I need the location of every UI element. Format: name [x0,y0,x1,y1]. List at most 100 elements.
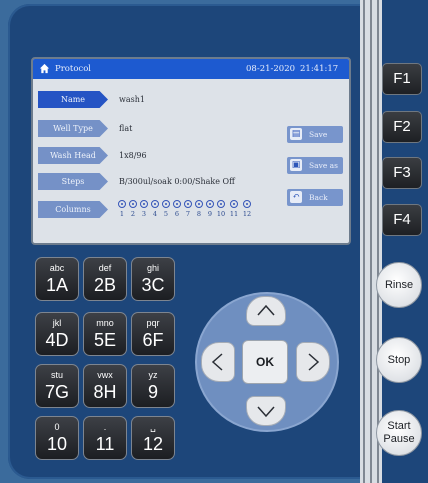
key-number: 8H [93,382,117,402]
f1-key[interactable]: F1 [382,63,422,95]
column-dot-icon [118,200,126,208]
f3-key[interactable]: F3 [382,157,422,189]
screen-header: Protocol 08-21-2020 21:41:17 [33,59,349,79]
field-label-steps[interactable]: Steps [38,173,108,190]
key-12[interactable]: ␣ 12 [131,416,175,460]
key-letters: mno [96,318,114,328]
back-button[interactable]: ↶ Back [287,189,343,206]
key-number: 3C [141,275,165,295]
document-icon: ▤ [290,128,302,140]
f4-key[interactable]: F4 [382,204,422,236]
column-checkbox[interactable]: 10 [216,199,226,218]
column-number: 2 [130,210,136,218]
field-value-steps: B/300ul/soak 0:00/Shake Off [119,177,235,186]
key-number: 11 [95,434,115,454]
field-label-wash-head[interactable]: Wash Head [38,147,108,164]
key-letters: vwx [97,370,113,380]
save-button-label: Save [309,130,328,139]
right-button[interactable] [296,342,330,382]
left-button[interactable] [201,342,235,382]
key-2b[interactable]: def 2B [83,257,127,301]
screen-date: 08-21-2020 [246,64,296,74]
save-as-button[interactable]: ▣ Save as [287,157,343,174]
divider-rail [360,0,382,483]
column-number: 4 [152,210,158,218]
column-number: 3 [141,210,147,218]
column-checkbox[interactable]: 9 [205,199,215,218]
key-7g[interactable]: stu 7G [35,364,79,408]
back-arrow-icon: ↶ [290,191,302,203]
column-number: 8 [196,210,202,218]
column-checkbox[interactable]: 11 [229,199,239,218]
key-9[interactable]: yz 9 [131,364,175,408]
up-button[interactable] [246,296,286,326]
screen-title: Protocol [55,64,92,74]
save-as-button-label: Save as [309,161,338,170]
key-number: 9 [147,382,158,402]
start-pause-button[interactable]: Start Pause [376,410,422,456]
column-checkbox[interactable]: 12 [242,199,252,218]
key-letters: pqr [146,318,160,328]
ok-button[interactable]: OK [242,340,288,384]
stop-button[interactable]: Stop [376,337,422,383]
column-dot-icon [140,200,148,208]
column-checkbox[interactable]: 8 [194,199,204,218]
screen-time: 21:41:17 [300,64,339,74]
key-letters: jkl [52,318,62,328]
column-number: 10 [216,210,226,218]
save-button[interactable]: ▤ Save [287,126,343,143]
f2-key[interactable]: F2 [382,111,422,143]
key-10[interactable]: 0 10 [35,416,79,460]
key-8h[interactable]: vwx 8H [83,364,127,408]
key-11[interactable]: . 11 [83,416,127,460]
pause-label: Pause [383,433,415,445]
key-4d[interactable]: jkl 4D [35,312,79,356]
column-checkbox[interactable]: 3 [139,199,149,218]
field-label-well-type[interactable]: Well Type [38,120,108,137]
chevron-up-icon [257,304,275,316]
column-dot-icon [184,200,192,208]
key-number: 4D [45,330,69,350]
key-letters: abc [49,263,65,273]
key-letters: 0 [54,422,60,432]
home-icon[interactable] [39,63,50,74]
column-dot-icon [162,200,170,208]
key-6f[interactable]: pqr 6F [131,312,175,356]
key-number: 5E [93,330,117,350]
column-checkbox[interactable]: 4 [150,199,160,218]
field-value-name: wash1 [119,95,145,104]
rinse-button-label: Rinse [384,278,414,291]
chevron-left-icon [211,353,223,371]
column-checkbox[interactable]: 2 [128,199,138,218]
key-5e[interactable]: mno 5E [83,312,127,356]
field-label-name[interactable]: Name [38,91,108,108]
columns-selector: 1 2 3 4 5 6 7 8 9 10 11 12 [117,199,277,223]
key-number: 10 [46,434,68,454]
floppy-icon: ▣ [290,159,302,171]
key-letters: . [103,422,107,432]
column-number: 12 [242,210,252,218]
key-number: 1A [45,275,69,295]
key-number: 12 [142,434,164,454]
key-number: 2B [93,275,117,295]
key-letters: def [98,263,112,273]
column-checkbox[interactable]: 6 [172,199,182,218]
key-3c[interactable]: ghi 3C [131,257,175,301]
key-letters: ghi [146,263,159,273]
column-dot-icon [195,200,203,208]
column-dot-icon [243,200,251,208]
field-label-columns[interactable]: Columns [38,201,108,218]
column-dot-icon [173,200,181,208]
column-number: 7 [185,210,191,218]
column-checkbox[interactable]: 7 [183,199,193,218]
key-1a[interactable]: abc 1A [35,257,79,301]
field-value-wash-head: 1x8/96 [119,151,147,160]
stop-button-label: Stop [387,353,411,366]
column-number: 5 [163,210,169,218]
field-value-well-type: flat [119,124,133,133]
column-dot-icon [129,200,137,208]
key-number: 7G [44,382,69,402]
rinse-button[interactable]: Rinse [376,262,422,308]
column-checkbox[interactable]: 1 [117,199,127,218]
column-checkbox[interactable]: 5 [161,199,171,218]
